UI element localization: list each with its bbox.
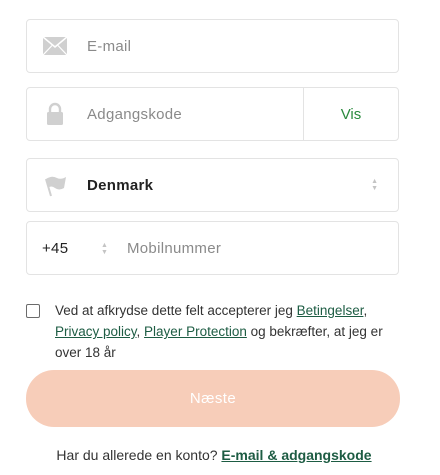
terms-sep-2: , — [136, 324, 145, 339]
email-placeholder: E-mail — [87, 37, 132, 55]
chevron-updown-icon: ▲ ▼ — [371, 178, 378, 192]
privacy-policy-link[interactable]: Privacy policy — [55, 324, 137, 339]
login-prompt: Har du allerede en konto? E-mail & adgan… — [0, 447, 428, 463]
prefix-chevron-updown-icon[interactable]: ▲ ▼ — [101, 242, 108, 256]
password-field[interactable]: Adgangskode Vis — [26, 87, 399, 141]
terms-text-before: Ved at afkrydse dette felt accepterer je… — [55, 303, 297, 318]
phone-prefix[interactable]: +45 — [42, 222, 68, 274]
show-password-button[interactable]: Vis — [303, 88, 398, 140]
country-select[interactable]: Denmark ▲ ▼ — [26, 158, 399, 212]
next-button[interactable]: Næste — [26, 370, 400, 427]
country-value: Denmark — [87, 176, 154, 194]
mobile-number-placeholder: Mobilnummer — [127, 239, 222, 257]
password-placeholder: Adgangskode — [87, 105, 183, 123]
terms-text: Ved at afkrydse dette felt accepterer je… — [55, 300, 395, 363]
terms-link[interactable]: Betingelser — [297, 303, 364, 318]
login-prompt-text: Har du allerede en konto? — [56, 447, 222, 463]
phone-field[interactable]: +45 ▲ ▼ Mobilnummer — [26, 221, 399, 275]
player-protection-link[interactable]: Player Protection — [144, 324, 247, 339]
envelope-icon — [27, 20, 83, 72]
email-field[interactable]: E-mail — [26, 19, 399, 73]
terms-sep-1: , — [363, 303, 368, 318]
lock-icon — [27, 88, 83, 140]
flag-icon — [27, 159, 83, 211]
email-password-login-link[interactable]: E-mail & adgangskode — [221, 447, 371, 463]
terms-checkbox[interactable] — [26, 304, 40, 318]
